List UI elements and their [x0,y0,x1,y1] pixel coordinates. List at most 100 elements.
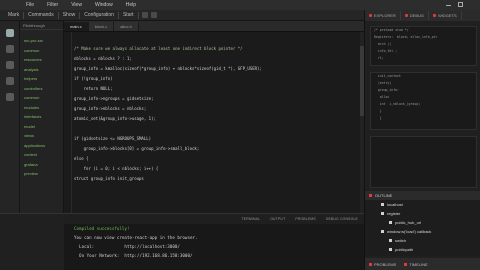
tree-item[interactable]: common [20,93,63,103]
outline-item[interactable]: switch [389,238,406,243]
stack-line: alloc [374,95,390,99]
code-editor[interactable]: main.c block.c alloc.h /* Make sure we a… [64,21,364,213]
toolbar-configuration[interactable]: Configuration [80,11,119,19]
editor-tabs: main.c block.c alloc.h [64,21,364,32]
tree-item[interactable]: modules [20,103,63,113]
tree-item[interactable]: controllers [20,84,63,94]
symbol-icon [389,239,392,242]
menu-filter[interactable]: Filter [47,2,58,8]
tab-debug[interactable]: DEBUG [401,11,430,20]
status-dot-icon [369,194,372,197]
run-icon[interactable] [141,12,148,18]
outline-item[interactable]: publicpath [389,247,413,252]
outline-title: OUTLINE [375,193,393,198]
tree-item[interactable]: applications [20,141,63,151]
code-line: atomic_set(&group_info->usage, 1); [74,116,156,121]
code-line: struct group_info init_groups [74,176,144,181]
source-control-icon[interactable] [6,61,14,69]
right-bottom-tabs: PROBLEMS TIMELINE [365,258,480,270]
terminal-tabs: TERMINAL OUTPUT PROBLEMS DEBUG CONSOLE [64,214,364,224]
debug-icon[interactable] [6,77,14,85]
right-panel-tabs: EXPLORER DEBUG WIDGETS [365,10,480,21]
tab-explorer[interactable]: EXPLORER [365,11,401,20]
code-line: /* Make sure we always allocate at least… [74,46,243,51]
symbol-icon [381,212,384,215]
tab-terminal[interactable]: TERMINAL [241,217,260,221]
symbol-icon [381,203,384,206]
toolbar-start[interactable]: Start [119,11,139,19]
code-line: group_info->ngroups = gidsetsize; [74,96,154,101]
code-line: group_info->blocks[0] = group_info->smal… [74,146,200,151]
toolbar-commands[interactable]: Commands [24,11,59,19]
menu-view[interactable]: View [71,2,82,8]
files-icon[interactable] [6,29,14,37]
line-gutter [64,32,72,213]
tab-output[interactable]: OUTPUT [270,217,285,221]
tab-problems[interactable]: PROBLEMS [295,217,315,221]
tree-item[interactable]: common [20,46,63,56]
tab-widgets[interactable]: WIDGETS [429,11,462,20]
tab-timeline[interactable]: TIMELINE [400,262,431,267]
code-line: return NULL; [74,86,113,91]
editor-tab[interactable]: alloc.h [114,22,139,31]
menu-file[interactable]: File [26,2,34,8]
tree-item[interactable]: resources [20,55,63,65]
watch-panel: /* preload stub */ Registers: block; all… [370,26,477,66]
tree-item[interactable]: views [20,131,63,141]
empty-panel [370,136,477,188]
search-icon[interactable] [6,45,14,53]
watch-line: arch () [374,42,392,46]
outline-item[interactable]: localhost [381,202,403,207]
code-line: else { [74,156,89,161]
watch-line: /* preload stub */ [374,28,409,32]
minimize-icon[interactable] [446,2,451,6]
code-line: if (gidsetsize <= NGROUPS_SMALL) [74,136,152,141]
tab-problems-panel[interactable]: PROBLEMS [365,262,400,267]
symbol-icon [389,221,392,224]
stack-line: int i_nblock_(group) [374,102,421,106]
symbol-icon [381,230,384,233]
terminal-line: You can now view create-react-app in the… [74,235,198,240]
tree-item[interactable]: context [20,150,63,160]
toolbar-show[interactable]: Show [59,11,81,19]
toolbar-mark[interactable]: Mark [4,11,25,19]
code-line: if (!group_info) [74,76,113,81]
outline-header[interactable]: OUTLINE [365,191,480,200]
maximize-icon[interactable] [458,2,463,7]
right-panel: EXPLORER DEBUG WIDGETS /* preload stub *… [364,10,480,270]
status-dot-icon [369,14,372,17]
code-content[interactable]: /* Make sure we always allocate at least… [74,44,358,184]
tree-item[interactable]: model [20,122,63,132]
tree-item[interactable]: preview [20,169,63,179]
stack-line: } [374,116,382,120]
menu-window[interactable]: Window [95,2,113,8]
stack-line: } [374,109,382,113]
outline-tree: localhost register public_hub_url window… [365,200,480,256]
outline-item[interactable]: window.w('load') callback [381,229,431,234]
status-dot-icon [404,14,408,17]
status-dot-icon [433,14,437,17]
outline-item[interactable]: public_hub_url [389,220,421,225]
tree-item[interactable]: interfaces [20,112,63,122]
menu-help[interactable]: Help [126,2,136,8]
tree-item[interactable]: src-pro-src [20,36,63,46]
watch-line: r1; [374,56,384,60]
sidebar-header: Flickthrough [20,21,63,30]
tree-item[interactable]: grafana [20,160,63,170]
editor-tab[interactable]: main.c [64,22,89,31]
extensions-icon[interactable] [6,93,14,101]
code-line: group_info->nblocks = nblocks; [74,106,147,111]
code-line: group_info = kmalloc(sizeof(*group_info)… [74,66,262,71]
symbol-icon [389,248,392,251]
tree-item[interactable]: analysis [20,65,63,75]
close-icon[interactable] [469,2,476,16]
editor-tab[interactable]: block.c [88,22,115,31]
debug-icon[interactable] [150,12,157,18]
code-line: for (i = 0; i < nblocks; i++) { [74,166,159,171]
tab-debug-console[interactable]: DEBUG CONSOLE [326,217,358,221]
terminal-panel[interactable]: TERMINAL OUTPUT PROBLEMS DEBUG CONSOLE C… [64,213,364,270]
outline-item[interactable]: register [381,211,400,216]
code-line: nblocks = nblocks ? : 1; [74,56,132,61]
tree-item[interactable]: helpers [20,74,63,84]
